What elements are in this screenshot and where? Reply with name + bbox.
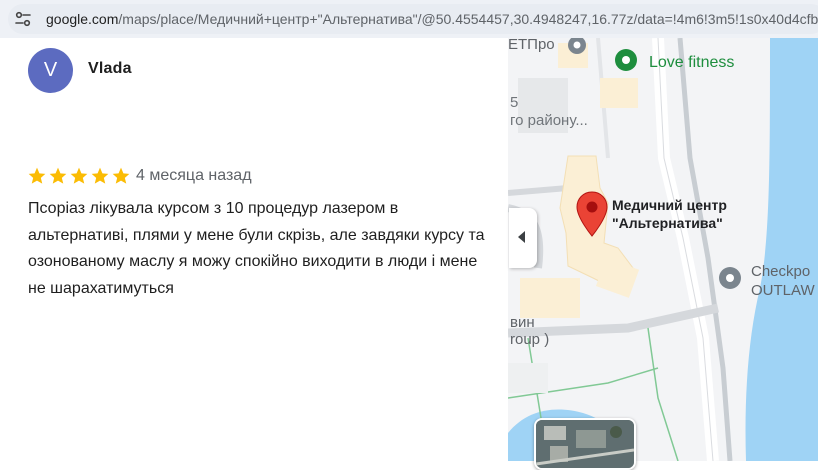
- location-pin-icon[interactable]: [574, 190, 610, 238]
- url-host: google.com: [46, 11, 119, 27]
- star-icon: [70, 167, 88, 184]
- url-text[interactable]: google.com/maps/place/Медичний+центр+"Ал…: [46, 11, 818, 27]
- vin-label-line2: roup ): [510, 331, 550, 348]
- fitness-place-icon[interactable]: [614, 48, 638, 72]
- checkpoint-label-line2: OUTLAW: [751, 282, 815, 299]
- star-icon: [49, 167, 67, 184]
- avatar[interactable]: V: [28, 48, 73, 93]
- map-label-medical-center[interactable]: Медичний центр "Альтернатива": [612, 196, 727, 232]
- checkpoint-place-icon[interactable]: [718, 266, 742, 290]
- etpro-place-icon[interactable]: [566, 38, 588, 56]
- satellite-layer-button[interactable]: [534, 418, 636, 470]
- address-bar: google.com/maps/place/Медичний+центр+"Ал…: [0, 0, 818, 38]
- url-path: /maps/place/Медичний+центр+"Альтернатива…: [118, 11, 818, 27]
- map-label-etpro[interactable]: ЕТПро: [508, 36, 555, 53]
- vin-label-line1: вин: [510, 314, 535, 331]
- map-label-love-fitness[interactable]: Love fitness: [649, 54, 734, 72]
- map-label-street: 5 го району...: [510, 94, 588, 130]
- chevron-left-icon: [518, 231, 525, 243]
- review-text: Псоріаз лікувала курсом з 10 процедур ла…: [28, 200, 485, 297]
- medical-label-line1: Медичний центр: [612, 197, 727, 213]
- collapse-panel-button[interactable]: [509, 208, 537, 268]
- map-label-vin: вин roup ): [510, 314, 549, 348]
- star-icon: [112, 167, 130, 184]
- medical-label-line2: "Альтернатива": [612, 215, 723, 231]
- star-rating: [27, 166, 131, 186]
- checkpoint-label-line1: Checkpo: [751, 263, 811, 280]
- site-settings-icon[interactable]: [14, 10, 32, 28]
- street-label-line2: го району...: [510, 112, 588, 129]
- street-label-line1: 5: [510, 94, 519, 111]
- review-date: 4 месяца назад: [136, 167, 252, 184]
- map-label-checkpoint[interactable]: Checkpo OUTLAW: [751, 262, 815, 300]
- review-panel: V Vlada 4 месяца назад Псоріаз лікувала …: [0, 38, 508, 461]
- star-icon: [28, 167, 46, 184]
- review-author[interactable]: Vlada: [88, 60, 132, 78]
- star-icon: [91, 167, 109, 184]
